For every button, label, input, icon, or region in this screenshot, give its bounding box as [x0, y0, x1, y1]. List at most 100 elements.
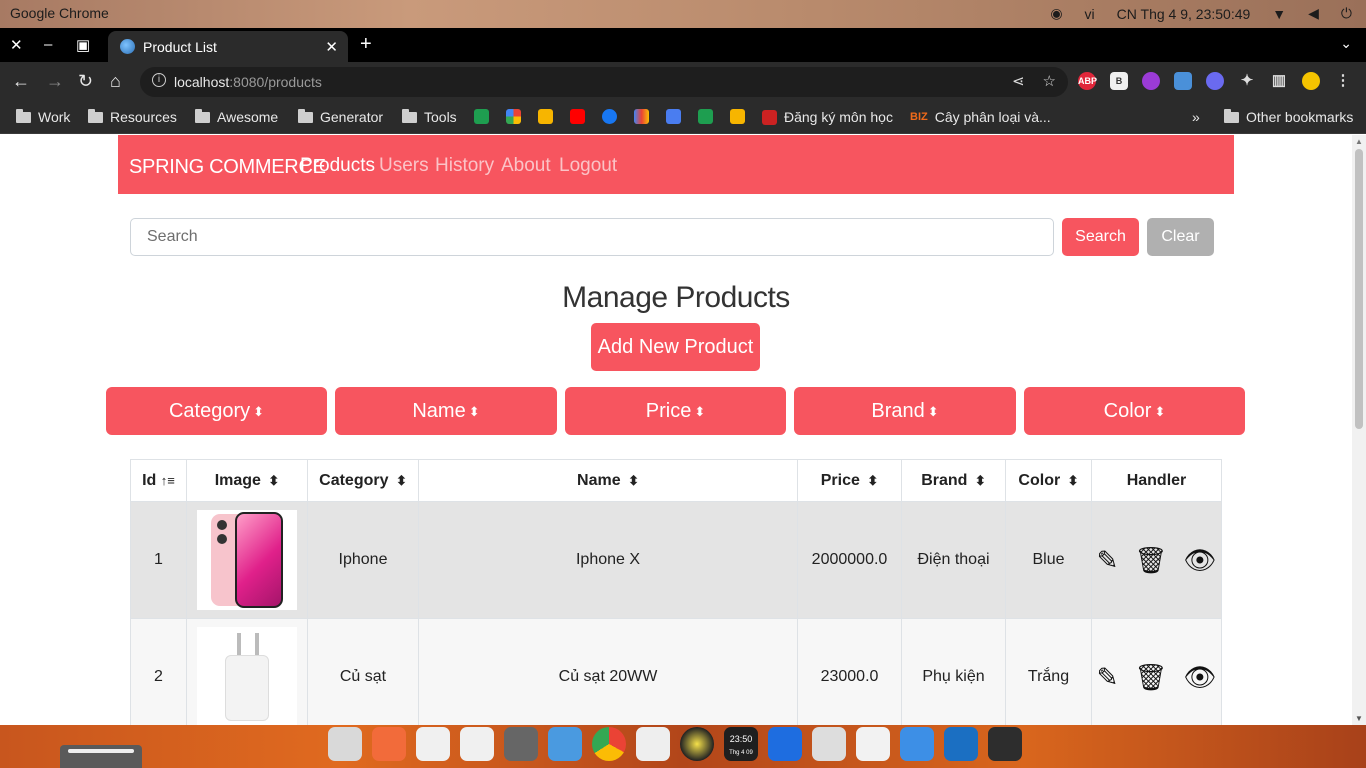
- search-input[interactable]: [130, 218, 1054, 256]
- sort-by-color-button[interactable]: Color ⬍: [1024, 387, 1245, 435]
- nav-link-history[interactable]: History: [435, 155, 494, 177]
- url-text[interactable]: localhost:8080/products: [174, 74, 322, 90]
- terminal-app-icon[interactable]: [988, 727, 1022, 761]
- bookmark-folder-work[interactable]: Work: [16, 108, 70, 125]
- facebook-icon[interactable]: [602, 109, 617, 124]
- bookmark-star-icon[interactable]: ☆: [1043, 72, 1056, 90]
- nav-link-logout[interactable]: Logout: [559, 155, 617, 177]
- extensions-puzzle-icon[interactable]: ✦: [1238, 72, 1256, 90]
- nav-link-users[interactable]: Users: [379, 155, 429, 177]
- bookmark-folder-resources[interactable]: Resources: [88, 108, 177, 125]
- eye-icon[interactable]: 👁: [1183, 664, 1216, 690]
- language-indicator[interactable]: vi: [1085, 6, 1095, 22]
- bookmark-cay-phan-loai[interactable]: BIZ Cây phân loại và...: [910, 109, 1051, 125]
- text-editor-app-icon[interactable]: [460, 727, 494, 761]
- window-minimize-icon[interactable]: –: [44, 36, 52, 53]
- camera-app-icon[interactable]: [812, 727, 846, 761]
- bookmark-folder-tools[interactable]: Tools: [402, 108, 457, 125]
- address-bar[interactable]: i localhost:8080/products ⋖ ☆: [140, 67, 1068, 97]
- bookmark-folder-other[interactable]: Other bookmarks: [1224, 108, 1353, 125]
- extension-icon[interactable]: [1142, 72, 1160, 90]
- wps-app-icon[interactable]: [768, 727, 802, 761]
- trash-app-icon[interactable]: [856, 727, 890, 761]
- column-header-price[interactable]: Price ⬍: [797, 459, 902, 502]
- tab-search-icon[interactable]: ⌄: [1340, 35, 1352, 52]
- add-new-product-button[interactable]: Add New Product: [591, 323, 760, 371]
- power-icon[interactable]: ⏻: [1341, 5, 1352, 22]
- column-header-image[interactable]: Image ⬍: [186, 459, 308, 502]
- sort-by-category-button[interactable]: Category ⬍: [106, 387, 327, 435]
- nav-link-products[interactable]: Products: [300, 155, 375, 177]
- clear-button[interactable]: Clear: [1147, 218, 1214, 256]
- column-header-brand[interactable]: Brand ⬍: [901, 459, 1006, 502]
- product-image-iphone[interactable]: [197, 510, 297, 610]
- navbar-brand[interactable]: SPRING COMMERCE: [129, 156, 326, 179]
- media-player-app-icon[interactable]: [680, 727, 714, 761]
- nav-link-about[interactable]: About: [501, 155, 551, 177]
- new-tab-icon[interactable]: +: [360, 33, 372, 56]
- image-viewer-app-icon[interactable]: [372, 727, 406, 761]
- bookmark-folder-generator[interactable]: Generator: [298, 108, 383, 125]
- bookmarks-overflow-icon[interactable]: »: [1192, 109, 1200, 125]
- sheets-icon[interactable]: [698, 109, 713, 124]
- volume-icon[interactable]: ◀: [1308, 5, 1319, 22]
- share-icon[interactable]: ⋖: [1012, 72, 1025, 90]
- site-info-icon[interactable]: i: [152, 73, 166, 87]
- profile-avatar[interactable]: [1302, 72, 1320, 90]
- sort-by-brand-button[interactable]: Brand ⬍: [794, 387, 1016, 435]
- slides-icon[interactable]: [730, 109, 745, 124]
- bookmark-folder-awesome[interactable]: Awesome: [195, 108, 278, 125]
- scissors-app-icon[interactable]: [504, 727, 538, 761]
- screenshot-icon[interactable]: ◉: [1050, 5, 1062, 22]
- home-icon[interactable]: ⌂: [110, 71, 121, 92]
- bookmark-dang-ky[interactable]: Đăng ký môn học: [762, 109, 893, 125]
- trash-icon[interactable]: 🗑: [1134, 664, 1167, 690]
- bitwarden-extension-icon[interactable]: B: [1110, 72, 1128, 90]
- clock-app-icon[interactable]: 23:50 Thg 4 09: [724, 727, 758, 761]
- browser-tab[interactable]: Product List ✕: [108, 31, 348, 62]
- sheets-icon[interactable]: [474, 109, 489, 124]
- sort-by-name-button[interactable]: Name ⬍: [335, 387, 557, 435]
- search-button[interactable]: Search: [1062, 218, 1139, 256]
- photos-icon[interactable]: [506, 109, 521, 124]
- window-close-icon[interactable]: ✕: [10, 36, 23, 54]
- files-app-icon[interactable]: [328, 727, 362, 761]
- screenshot-extension-icon[interactable]: [1174, 72, 1192, 90]
- menu-kebab-icon[interactable]: ⋮: [1334, 72, 1352, 90]
- system-clock[interactable]: CN Thg 4 9, 23:50:49: [1117, 6, 1251, 22]
- forward-icon[interactable]: →: [46, 71, 64, 92]
- scroll-down-icon[interactable]: ▼: [1355, 714, 1363, 723]
- update-app-icon[interactable]: [900, 727, 934, 761]
- edit-icon[interactable]: ✎: [1097, 664, 1119, 690]
- screen-app-icon[interactable]: [548, 727, 582, 761]
- side-panel-icon[interactable]: ▥: [1270, 72, 1288, 90]
- trash-icon[interactable]: 🗑: [1134, 547, 1167, 573]
- window-maximize-icon[interactable]: ▣: [76, 36, 90, 54]
- youtube-icon[interactable]: [570, 109, 585, 124]
- column-header-category[interactable]: Category ⬍: [307, 459, 419, 502]
- dock-shelf[interactable]: [60, 745, 142, 768]
- keep-icon[interactable]: [538, 109, 553, 124]
- link-extension-icon[interactable]: [1206, 72, 1224, 90]
- page-scrollbar[interactable]: ▲ ▼: [1352, 135, 1366, 725]
- gmail-icon[interactable]: [634, 109, 649, 124]
- column-header-color[interactable]: Color ⬍: [1005, 459, 1092, 502]
- docs-icon[interactable]: [666, 109, 681, 124]
- product-image-charger[interactable]: [197, 627, 297, 725]
- vscode-app-icon[interactable]: [944, 727, 978, 761]
- eye-icon[interactable]: 👁: [1183, 547, 1216, 573]
- scroll-up-icon[interactable]: ▲: [1355, 137, 1363, 146]
- reload-icon[interactable]: ↻: [78, 71, 93, 92]
- evernote-app-icon[interactable]: [636, 727, 670, 761]
- column-header-id[interactable]: Id ↑≡: [130, 459, 187, 502]
- chrome-app-icon[interactable]: [592, 727, 626, 761]
- column-header-name[interactable]: Name ⬍: [418, 459, 798, 502]
- adblock-extension-icon[interactable]: ABP: [1078, 72, 1097, 90]
- sort-by-price-button[interactable]: Price ⬍: [565, 387, 786, 435]
- back-icon[interactable]: ←: [12, 71, 30, 92]
- document-viewer-app-icon[interactable]: [416, 727, 450, 761]
- scrollbar-thumb[interactable]: [1355, 149, 1363, 429]
- tab-close-icon[interactable]: ✕: [325, 38, 338, 56]
- edit-icon[interactable]: ✎: [1097, 547, 1119, 573]
- wifi-icon[interactable]: ▼: [1272, 6, 1286, 22]
